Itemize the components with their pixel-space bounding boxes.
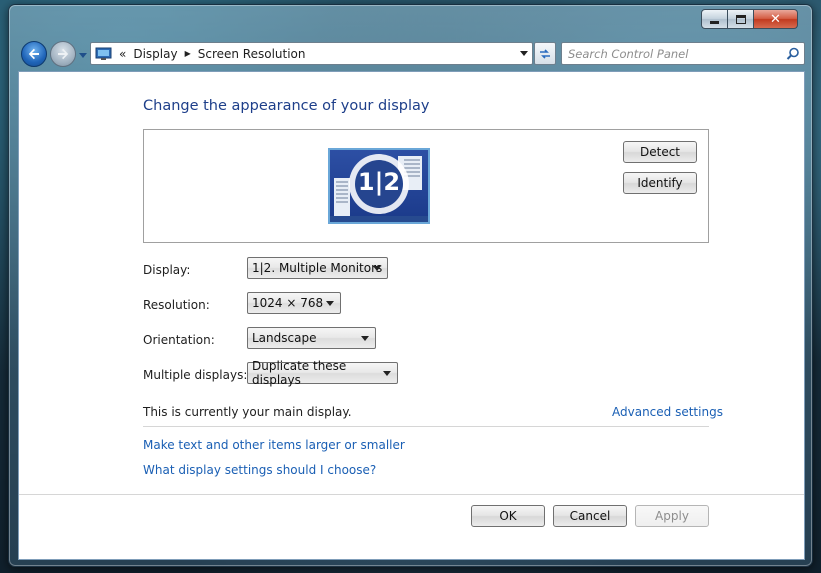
ok-button[interactable]: OK [471, 505, 545, 527]
text-size-link[interactable]: Make text and other items larger or smal… [143, 438, 405, 452]
orientation-select-value: Landscape [252, 331, 317, 345]
address-chevrons[interactable]: « [119, 47, 126, 61]
display-settings-help-link[interactable]: What display settings should I choose? [143, 463, 376, 477]
breadcrumb-arrow-icon[interactable]: ▶ [185, 49, 191, 58]
resolution-select-value: 1024 × 768 [252, 296, 324, 310]
dropdown-arrow-icon [361, 336, 369, 341]
footer-divider [19, 494, 804, 495]
main-display-status: This is currently your main display. [143, 405, 352, 419]
chevron-down-icon [78, 52, 87, 58]
multiple-displays-label: Multiple displays: [143, 368, 248, 382]
search-input[interactable] [568, 46, 778, 61]
multiple-displays-select-value: Duplicate these displays [252, 359, 347, 387]
breadcrumb-screen-resolution[interactable]: Screen Resolution [198, 47, 306, 61]
identify-button[interactable]: Identify [623, 172, 697, 194]
close-button[interactable]: ✕ [754, 9, 798, 29]
search-box[interactable] [561, 42, 805, 65]
display-select-value: 1|2. Multiple Monitors [252, 261, 383, 275]
monitor-1-2[interactable]: 1|2 [328, 148, 430, 224]
caption-buttons: ✕ [701, 9, 798, 29]
minimize-button[interactable] [701, 9, 728, 29]
close-icon: ✕ [770, 11, 781, 27]
forward-arrow-icon [58, 48, 69, 60]
chevron-down-icon [520, 50, 528, 56]
resolution-label: Resolution: [143, 298, 210, 312]
maximize-button[interactable] [728, 9, 754, 29]
refresh-icon [540, 48, 550, 59]
forward-button[interactable] [50, 41, 76, 67]
dropdown-arrow-icon [383, 371, 391, 376]
dropdown-arrow-icon [373, 266, 381, 271]
maximize-icon [735, 14, 746, 24]
refresh-button[interactable] [534, 42, 556, 65]
minimize-icon [710, 20, 719, 24]
content-area: Change the appearance of your display 1|… [18, 71, 805, 560]
orientation-select[interactable]: Landscape [247, 327, 376, 349]
dropdown-arrow-icon [326, 301, 334, 306]
back-button[interactable] [21, 41, 47, 67]
resolution-select[interactable]: 1024 × 768 [247, 292, 341, 314]
address-bar[interactable]: « Display ▶ Screen Resolution [90, 42, 533, 65]
divider [143, 426, 709, 427]
monitor-number-label: 1|2 [357, 168, 401, 196]
address-dropdown-button[interactable] [519, 48, 529, 58]
breadcrumb-display[interactable]: Display [133, 47, 177, 61]
orientation-label: Orientation: [143, 333, 215, 347]
search-icon[interactable] [786, 47, 800, 61]
control-panel-window: ✕ « Display ▶ Screen Resolution Search C… [8, 4, 813, 567]
control-panel-display-icon [95, 47, 112, 60]
recent-pages-button[interactable] [78, 51, 87, 60]
display-select[interactable]: 1|2. Multiple Monitors [247, 257, 388, 279]
apply-button[interactable]: Apply [635, 505, 709, 527]
monitor-preview-panel: 1|2 Detect Identify [143, 129, 709, 243]
page-title: Change the appearance of your display [143, 98, 430, 114]
cancel-button[interactable]: Cancel [553, 505, 627, 527]
back-arrow-icon [28, 48, 39, 60]
multiple-displays-select[interactable]: Duplicate these displays [247, 359, 398, 387]
detect-button[interactable]: Detect [623, 141, 697, 163]
advanced-settings-link[interactable]: Advanced settings [612, 405, 723, 419]
display-label: Display: [143, 263, 191, 277]
